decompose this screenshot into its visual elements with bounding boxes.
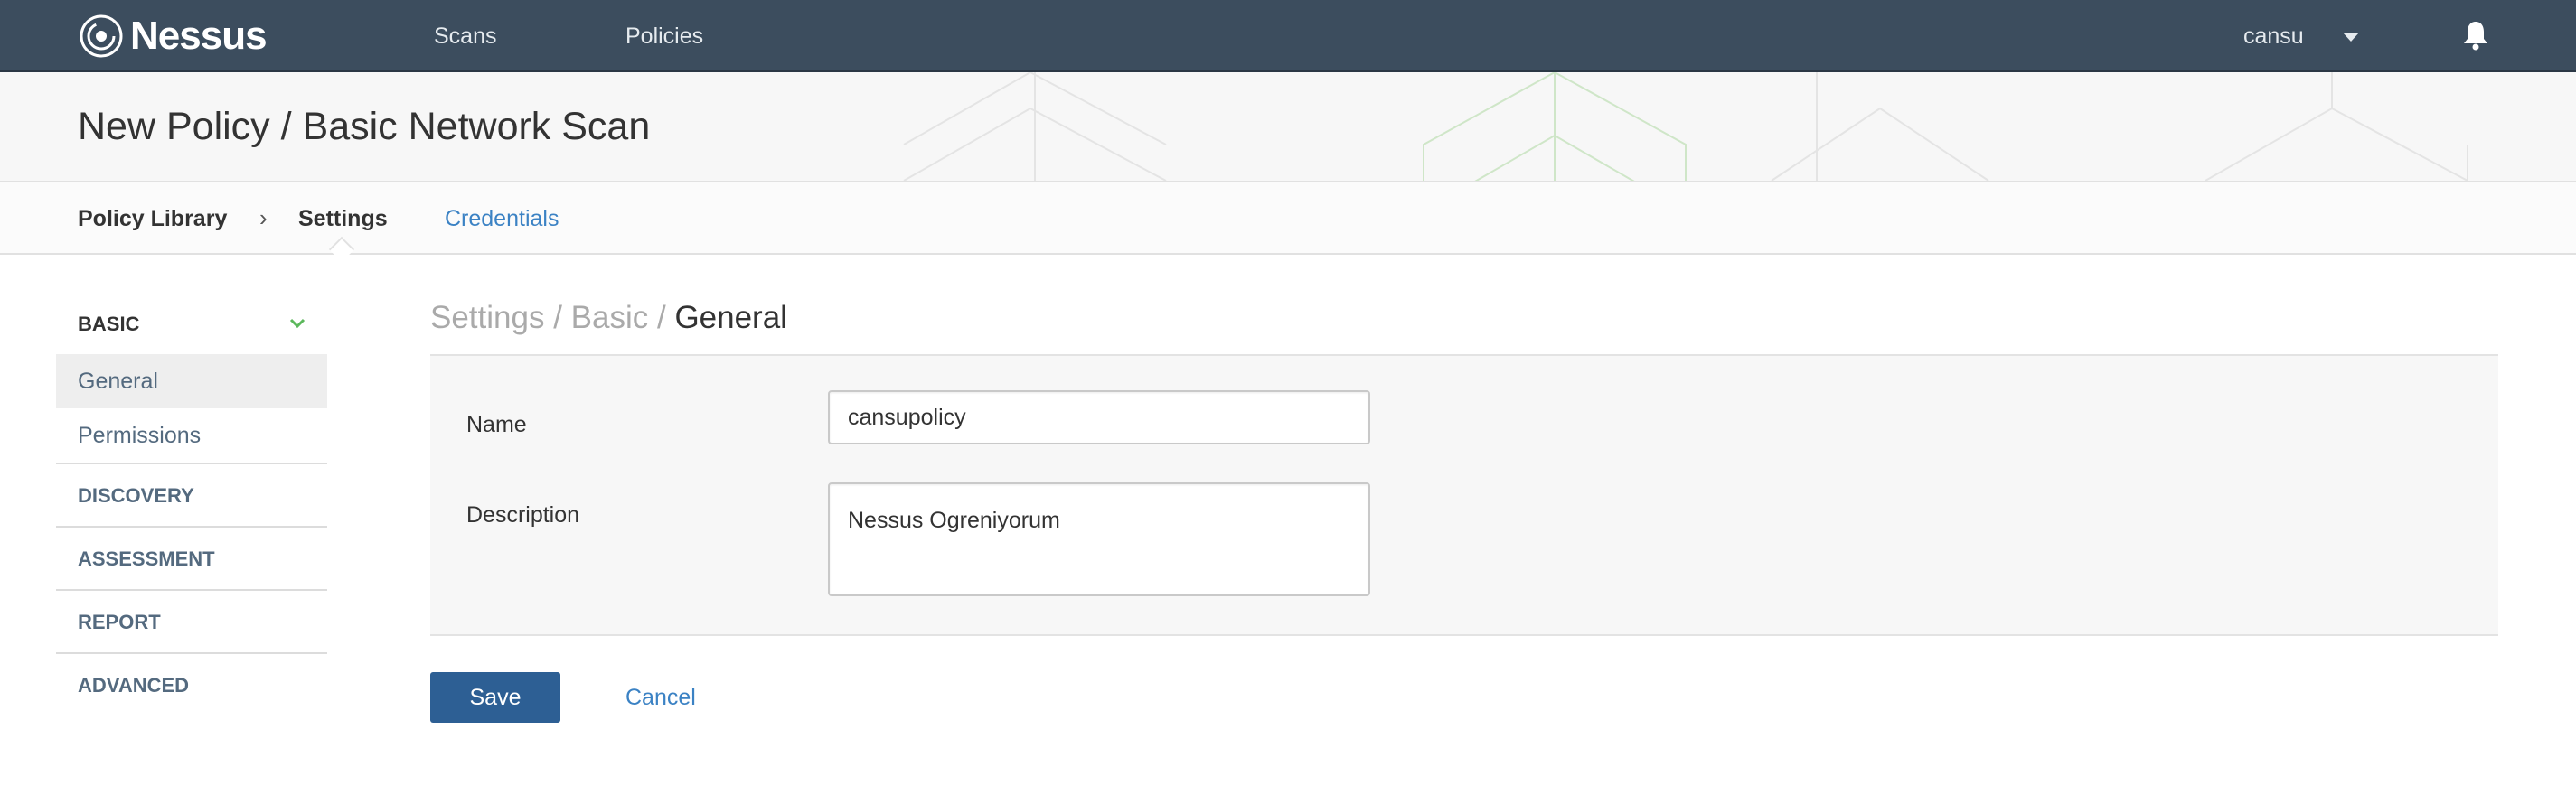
sidebar-section-assessment[interactable]: ASSESSMENT <box>56 526 327 589</box>
section-crumb-separator: / <box>544 300 571 335</box>
nessus-logo-icon <box>80 14 123 58</box>
sidebar-section-report[interactable]: REPORT <box>56 589 327 652</box>
section-crumb-basic: Basic <box>570 300 649 335</box>
logo-text: Nessus <box>130 14 268 58</box>
top-navbar: Nessus Scans Policies cansu <box>0 0 2576 72</box>
user-menu[interactable]: cansu <box>2243 23 2304 50</box>
name-field[interactable] <box>828 390 1370 444</box>
description-field[interactable]: Nessus Ogreniyorum <box>828 482 1370 596</box>
bell-icon[interactable] <box>2462 20 2489 51</box>
name-label: Name <box>466 412 527 437</box>
sidebar-item-general[interactable]: General <box>56 354 327 408</box>
section-crumb-separator: / <box>648 300 675 335</box>
sidebar-section-discovery[interactable]: DISCOVERY <box>56 463 327 526</box>
breadcrumb-policy-library[interactable]: Policy Library <box>78 206 227 232</box>
user-menu-caret-icon[interactable] <box>2343 33 2359 42</box>
page-header: New Policy / Basic Network Scan <box>0 72 2576 182</box>
breadcrumb-chevron-icon: › <box>259 204 268 231</box>
tab-settings[interactable]: Settings <box>298 206 388 232</box>
nessus-logo[interactable]: Nessus <box>78 11 268 61</box>
section-breadcrumb: Settings / Basic / General <box>430 300 787 336</box>
general-settings-panel <box>430 354 2498 636</box>
description-label: Description <box>466 502 580 528</box>
nav-policies[interactable]: Policies <box>625 23 703 50</box>
page-title: New Policy / Basic Network Scan <box>78 105 651 148</box>
sidebar-item-permissions[interactable]: Permissions <box>56 408 327 463</box>
sidebar-section-advanced[interactable]: ADVANCED <box>56 652 327 716</box>
tab-credentials[interactable]: Credentials <box>445 206 559 232</box>
save-button[interactable]: Save <box>430 672 560 723</box>
breadcrumb: Policy Library › Settings Credentials <box>0 182 2576 255</box>
section-crumb-current: General <box>674 300 787 335</box>
sidebar-section-basic[interactable]: BASIC <box>78 313 139 336</box>
nav-scans[interactable]: Scans <box>434 23 496 50</box>
cancel-button[interactable]: Cancel <box>625 685 696 711</box>
chevron-down-icon[interactable] <box>287 313 307 332</box>
section-crumb-settings: Settings <box>430 300 545 335</box>
